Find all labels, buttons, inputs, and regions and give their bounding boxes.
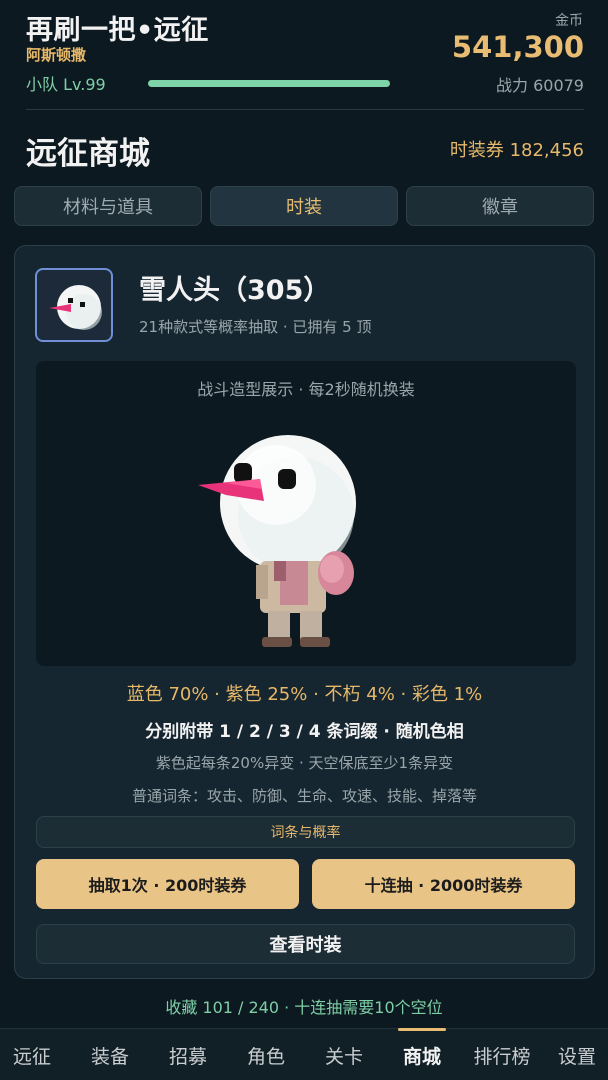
- active-nav-indicator: [398, 1028, 446, 1031]
- affix-rates-button[interactable]: 词条与概率: [36, 816, 575, 848]
- mutation-info: 紫色起每条20%异变 · 天空保底至少1条异变: [155, 754, 454, 772]
- header-divider: [26, 109, 584, 110]
- rarity-rates: 蓝色 70% · 紫色 25% · 不朽 4% · 彩色 1%: [126, 684, 483, 705]
- nav-equipment[interactable]: 装备: [78, 1029, 142, 1080]
- top-header: 再刷一把•远征 阿斯顿撒 小队 Lv.99 金币 541,300 战力 6007…: [0, 0, 608, 110]
- tab-costumes[interactable]: 时装: [210, 186, 398, 226]
- item-description: 21种款式等概率抽取 · 已拥有 5 顶: [139, 318, 372, 336]
- player-name: 阿斯顿撒: [26, 46, 87, 64]
- expedition-shop-screen: 再刷一把•远征 阿斯顿撒 小队 Lv.99 金币 541,300 战力 6007…: [0, 0, 608, 1080]
- nav-character[interactable]: 角色: [234, 1029, 298, 1080]
- tab-materials[interactable]: 材料与道具: [14, 186, 202, 226]
- view-costumes-button[interactable]: 查看时装: [36, 924, 575, 964]
- tab-badges[interactable]: 徽章: [406, 186, 594, 226]
- costume-gacha-card: 雪人头（305） 21种款式等概率抽取 · 已拥有 5 顶 战斗造型展示 · 每…: [14, 245, 595, 979]
- nav-stages[interactable]: 关卡: [312, 1029, 376, 1080]
- preview-caption: 战斗造型展示 · 每2秒随机换装: [197, 380, 415, 399]
- coupon-balance: 时装券 182,456: [449, 140, 584, 161]
- draw-ten-button[interactable]: 十连抽 · 2000时装券: [312, 859, 575, 909]
- nav-leaderboard[interactable]: 排行榜: [464, 1029, 540, 1080]
- xp-progress-fill: [148, 80, 390, 87]
- xp-progress-bar: [148, 80, 390, 87]
- nav-recruit[interactable]: 招募: [156, 1029, 220, 1080]
- bottom-navigation: 远征 装备 招募 角色 关卡 商城 排行榜 设置: [0, 1028, 608, 1080]
- gold-value: 541,300: [451, 30, 584, 64]
- collection-status: 收藏 101 / 240 · 十连抽需要10个空位: [165, 998, 443, 1017]
- draw-once-button[interactable]: 抽取1次 · 200时装券: [36, 859, 299, 909]
- nav-expedition[interactable]: 远征: [0, 1029, 64, 1080]
- affix-count-info: 分别附带 1 / 2 / 3 / 4 条词缀 · 随机色相: [145, 722, 464, 742]
- game-title: 再刷一把•远征: [26, 15, 209, 46]
- item-name: 雪人头（305）: [139, 275, 331, 306]
- nav-settings[interactable]: 设置: [546, 1029, 608, 1080]
- combat-power: 战力 60079: [496, 76, 584, 95]
- snowman-character-sprite: [198, 435, 356, 647]
- shop-title: 远征商城: [26, 136, 150, 172]
- gold-label: 金币: [555, 13, 583, 29]
- normal-affix-info: 普通词条：攻击、防御、生命、攻速、技能、掉落等: [131, 787, 477, 805]
- shop-tabs: 材料与道具 时装 徽章: [14, 186, 595, 228]
- costume-preview-panel: 战斗造型展示 · 每2秒随机换装: [36, 361, 576, 666]
- snowman-head-icon: [35, 268, 113, 342]
- nav-shop[interactable]: 商城: [390, 1029, 454, 1080]
- squad-level: 小队 Lv.99: [26, 75, 106, 94]
